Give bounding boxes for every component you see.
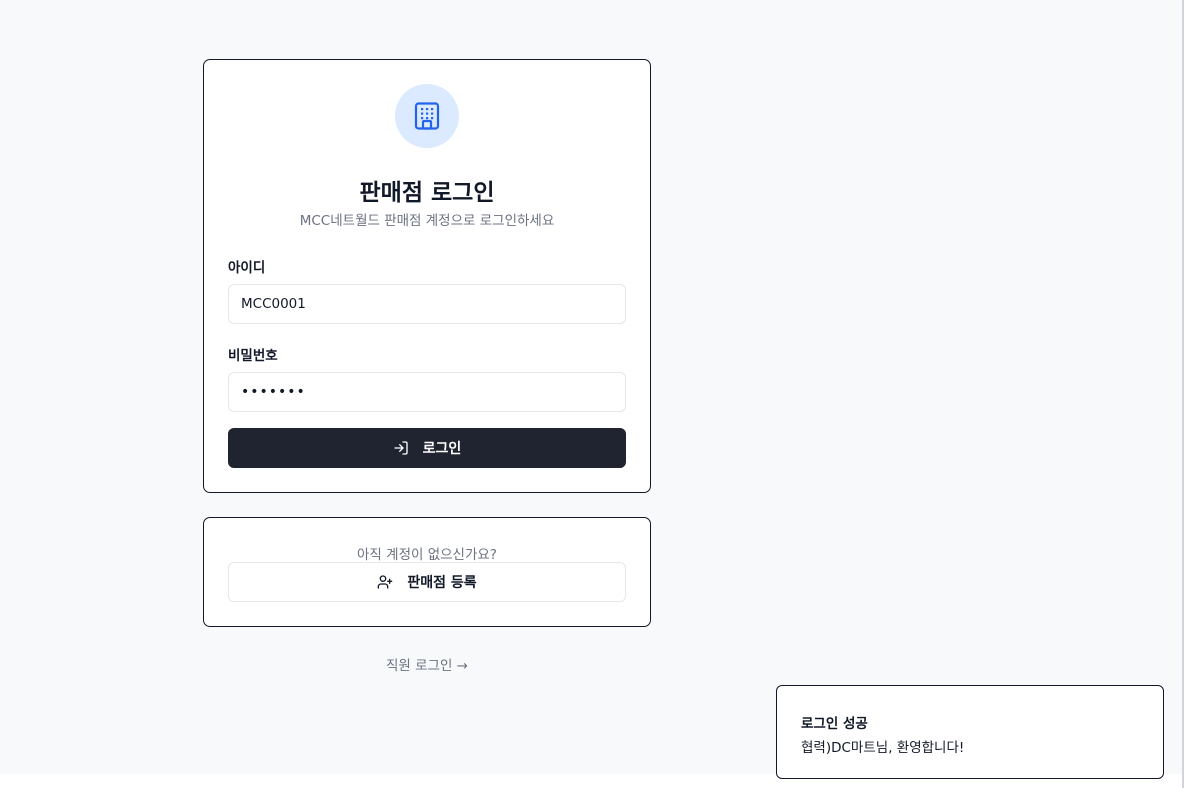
login-card: 판매점 로그인 MCC네트월드 판매점 계정으로 로그인하세요 아이디 비밀번호… xyxy=(203,59,651,493)
register-button[interactable]: 판매점 등록 xyxy=(228,562,626,602)
toast-title: 로그인 성공 xyxy=(801,716,868,732)
register-prompt: 아직 계정이 없으신가요? xyxy=(357,547,497,563)
toast-notification: 로그인 성공 협력)DC마트님, 환영합니다! xyxy=(776,685,1164,779)
id-input[interactable] xyxy=(228,284,626,324)
building-icon xyxy=(414,102,440,130)
page-subtitle: MCC네트월드 판매점 계정으로 로그인하세요 xyxy=(299,213,555,229)
page-title: 판매점 로그인 xyxy=(359,180,495,206)
password-label: 비밀번호 xyxy=(228,348,278,364)
user-plus-icon xyxy=(377,574,393,590)
id-label: 아이디 xyxy=(228,260,266,276)
register-card: 아직 계정이 없으신가요? 판매점 등록 xyxy=(203,517,651,627)
toast-message: 협력)DC마트님, 환영합니다! xyxy=(801,740,965,756)
logo-badge xyxy=(395,84,459,148)
staff-login-link[interactable]: 직원 로그인 → xyxy=(203,654,651,674)
password-input[interactable] xyxy=(228,372,626,412)
login-button[interactable]: 로그인 xyxy=(228,428,626,468)
login-button-label: 로그인 xyxy=(422,441,462,457)
log-in-icon xyxy=(393,440,409,456)
register-button-label: 판매점 등록 xyxy=(407,575,477,591)
